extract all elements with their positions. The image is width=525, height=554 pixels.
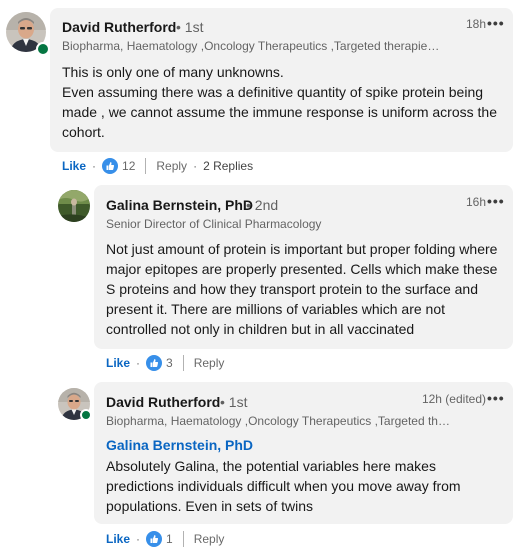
comment-timestamp: 16h (465, 195, 486, 209)
author-name[interactable]: Galina Bernstein, PhD (106, 197, 253, 213)
separator-dot: · (193, 159, 198, 173)
reaction-count[interactable]: 12 (122, 159, 135, 173)
like-button[interactable]: Like (62, 159, 86, 173)
reply-button[interactable]: Reply (194, 356, 225, 370)
comment-timestamp: 12h (edited) (421, 392, 486, 406)
mention-link[interactable]: Galina Bernstein, PhD (106, 437, 253, 453)
online-status-indicator (80, 409, 92, 421)
like-button[interactable]: Like (106, 356, 130, 370)
view-replies-button[interactable]: 2 Replies (203, 159, 253, 173)
comment-line: Not just amount of protein is important … (106, 241, 498, 337)
connection-degree: • 1st (176, 19, 204, 35)
comment-timestamp: 18h (465, 17, 486, 31)
comment-body: Absolutely Galina, the potential variabl… (106, 456, 501, 516)
reply-button[interactable]: Reply (156, 159, 187, 173)
comment-line: This is only one of many unknowns. (62, 64, 284, 80)
separator-dot: · (92, 159, 97, 173)
author-headline: Biopharma, Haematology ,Oncology Therape… (106, 414, 451, 428)
online-status-indicator (36, 42, 50, 56)
comment-line: Absolutely Galina, the potential variabl… (106, 458, 461, 514)
comment-line: Even assuming there was a definitive qua… (62, 84, 497, 140)
comment-actions: Like · 3 Reply (106, 355, 224, 371)
author-name[interactable]: David Rutherford (62, 19, 176, 35)
author-headline: Senior Director of Clinical Pharmacology (106, 217, 322, 231)
reply-button[interactable]: Reply (194, 532, 225, 546)
comment-actions: Like · 1 Reply (106, 531, 224, 547)
like-reaction-icon[interactable] (102, 158, 119, 174)
divider (145, 158, 147, 174)
connection-degree: • 1st (220, 394, 248, 410)
reaction-count[interactable]: 3 (166, 356, 173, 370)
reaction-count[interactable]: 1 (166, 532, 173, 546)
author-headline: Biopharma, Haematology ,Oncology Therape… (62, 39, 442, 53)
separator-dot: · (136, 356, 141, 370)
divider (182, 531, 184, 547)
divider (182, 355, 184, 371)
like-button[interactable]: Like (106, 532, 130, 546)
more-options-icon[interactable]: ••• (487, 15, 505, 31)
like-reaction-icon[interactable] (146, 355, 163, 371)
more-options-icon[interactable]: ••• (487, 193, 505, 209)
more-options-icon[interactable]: ••• (487, 390, 505, 406)
like-reaction-icon[interactable] (146, 531, 163, 547)
comment-actions: Like · 12 Reply · 2 Replies (62, 158, 253, 174)
comment-body: Not just amount of protein is important … (106, 239, 501, 339)
connection-degree: • 2nd (246, 197, 279, 213)
author-name[interactable]: David Rutherford (106, 394, 220, 410)
comment-body: This is only one of many unknowns. Even … (62, 62, 502, 142)
separator-dot: · (136, 532, 141, 546)
avatar[interactable] (58, 190, 90, 222)
